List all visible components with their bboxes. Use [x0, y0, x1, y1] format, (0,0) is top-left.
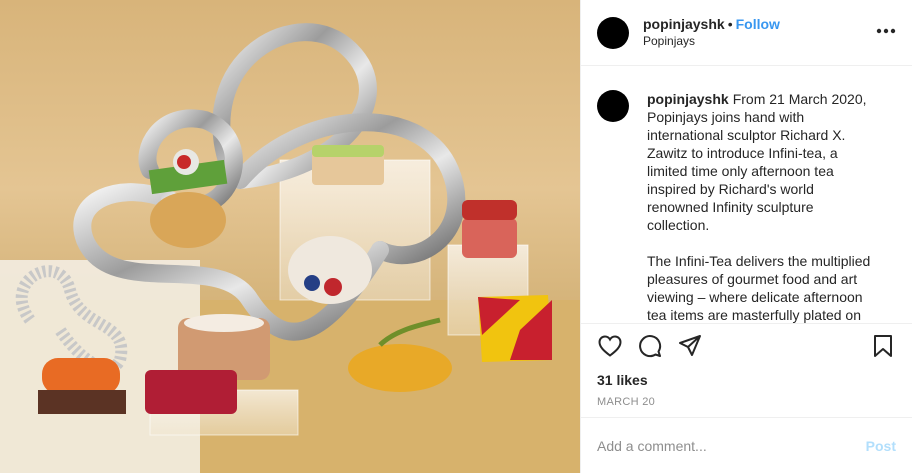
follow-button[interactable]: Follow	[736, 16, 780, 32]
orange-eclair	[42, 358, 120, 394]
strawberry-tart	[462, 218, 517, 258]
comment-icon[interactable]	[637, 333, 663, 359]
post-sidebar: popinjayshk • Follow Popinjays popinjayshk…	[580, 0, 912, 473]
caption-text: popinjayshk From 21 March 2020, Popinjays…	[647, 90, 879, 323]
post-date[interactable]: MARCH 20	[581, 390, 912, 416]
post-comment-button[interactable]: Post	[866, 438, 896, 454]
caption-paragraph-1: From 21 March 2020, Popinjays joins hand…	[647, 91, 867, 233]
post-photo-illustration	[0, 23, 580, 473]
savory-pastry	[348, 344, 452, 392]
comment-bar: Post	[581, 417, 912, 473]
action-bar	[581, 324, 912, 368]
username-link[interactable]: popinjayshk	[643, 16, 725, 32]
avatar[interactable]	[597, 90, 629, 122]
caption-area: popinjayshk From 21 March 2020, Popinjays…	[581, 66, 912, 324]
comment-input[interactable]	[597, 437, 866, 454]
likes-count[interactable]: 31 likes	[581, 368, 912, 390]
post-header: popinjayshk • Follow Popinjays	[581, 0, 912, 66]
avatar[interactable]	[597, 16, 629, 49]
choux-dessert	[150, 192, 226, 248]
instagram-post: popinjayshk • Follow Popinjays popinjayshk…	[0, 0, 912, 473]
post-image[interactable]	[0, 0, 580, 473]
share-icon[interactable]	[677, 333, 703, 359]
header-names: popinjayshk • Follow Popinjays	[643, 16, 876, 50]
separator-dot: •	[727, 15, 733, 32]
red-dessert	[145, 370, 237, 414]
caption-username-link[interactable]: popinjayshk	[647, 91, 729, 107]
location-link[interactable]: Popinjays	[643, 33, 876, 50]
bookmark-icon[interactable]	[870, 333, 896, 359]
heart-icon[interactable]	[597, 333, 623, 359]
more-options-icon[interactable]	[876, 17, 896, 40]
caption-paragraph-2: The Infini-Tea delivers the multiplied p…	[647, 253, 871, 323]
